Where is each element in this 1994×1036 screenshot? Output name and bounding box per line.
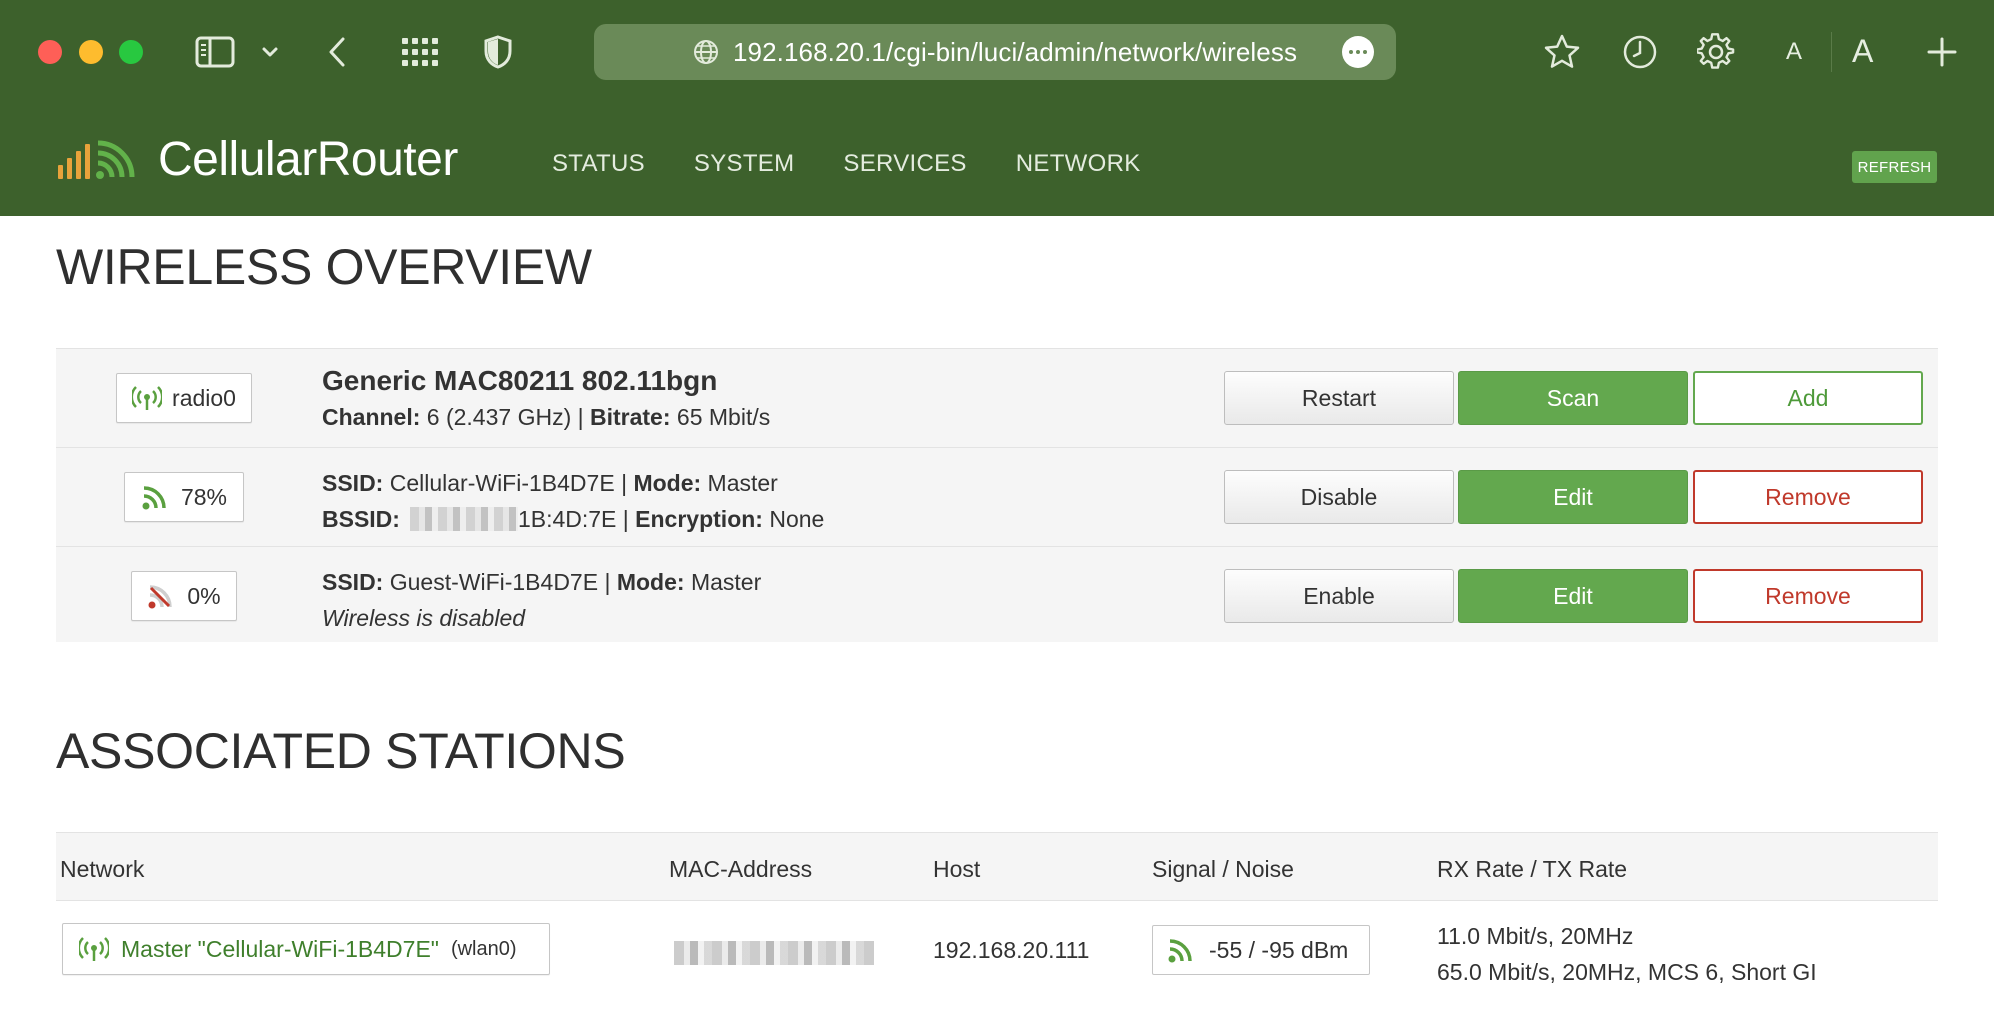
ssid-value: Cellular-WiFi-1B4D7E [389, 470, 615, 496]
associated-stations-title: ASSOCIATED STATIONS [56, 723, 626, 779]
radio-badge: radio0 [116, 373, 252, 423]
signal-noise-badge: -55 / -95 dBm [1152, 925, 1370, 975]
bssid-label: BSSID: [322, 506, 400, 532]
network-name: Master "Cellular-WiFi-1B4D7E" [121, 935, 439, 962]
back-icon[interactable] [322, 30, 352, 74]
wireless-overview-title: WIRELESS OVERVIEW [56, 239, 592, 295]
ssid-value: Guest-WiFi-1B4D7E [389, 569, 599, 595]
signal-quality-label: 78% [180, 483, 228, 510]
col-rx-tx-rate: RX Rate / TX Rate [1437, 856, 1628, 882]
remove-button[interactable]: Remove [1693, 569, 1923, 623]
edit-button[interactable]: Edit [1458, 470, 1688, 524]
separator: | [622, 506, 629, 532]
globe-icon [693, 40, 718, 64]
wireless-overview-table: radio0 Generic MAC80211 802.11bgn Channe… [56, 348, 1938, 642]
ssid-label: SSID: [322, 569, 384, 595]
redacted-mac-address [674, 941, 874, 965]
nav-system[interactable]: SYSTEM [694, 150, 794, 178]
radio-badge-label: radio0 [172, 384, 236, 411]
wifi-disabled-icon [148, 585, 173, 609]
disable-button[interactable]: Disable [1224, 470, 1454, 524]
address-bar[interactable]: 192.168.20.1/cgi-bin/luci/admin/network/… [594, 24, 1396, 80]
new-tab-plus-icon[interactable] [1924, 30, 1960, 74]
decrease-font-button[interactable]: A [1786, 38, 1802, 66]
col-signal-noise: Signal / Noise [1152, 856, 1294, 882]
window-minimize-button[interactable] [79, 40, 103, 64]
tx-rate: 65.0 Mbit/s, 20MHz, MCS 6, Short GI [1437, 959, 1817, 985]
window-zoom-button[interactable] [119, 40, 143, 64]
channel-label: Channel: [322, 404, 421, 430]
host-value: 192.168.20.111 [933, 937, 1090, 963]
nav-status[interactable]: STATUS [552, 150, 645, 178]
rx-rate: 11.0 Mbit/s, 20MHz [1437, 923, 1634, 949]
col-host: Host [933, 856, 981, 882]
main-nav: STATUS SYSTEM SERVICES NETWORK [552, 150, 1190, 178]
wifi-signal-icon [142, 486, 166, 510]
encryption-label: Encryption: [635, 506, 763, 532]
brand-logo[interactable]: CellularRouter [56, 132, 458, 187]
network-badge[interactable]: Master "Cellular-WiFi-1B4D7E" (wlan0) [62, 923, 550, 975]
signal-quality-badge: 78% [124, 472, 244, 522]
brand-name: CellularRouter [158, 133, 458, 186]
signal-quality-label: 0% [187, 582, 221, 609]
network-status: Wireless is disabled [322, 605, 526, 631]
scan-button[interactable]: Scan [1458, 371, 1688, 425]
redacted-mac [409, 507, 518, 531]
network-interface: (wlan0) [450, 937, 517, 960]
channel-value: 6 (2.437 GHz) [426, 404, 572, 430]
refresh-button[interactable]: REFRESH [1852, 151, 1937, 183]
mode-value: Master [707, 470, 778, 496]
mode-label: Mode: [616, 569, 685, 595]
separator: | [621, 470, 628, 496]
sidebar-toggle-icon[interactable] [194, 30, 236, 74]
nav-services[interactable]: SERVICES [843, 150, 966, 178]
mode-label: Mode: [633, 470, 702, 496]
window-close-button[interactable] [38, 40, 62, 64]
increase-font-button[interactable]: A [1852, 33, 1873, 70]
rx-tx-rates: 11.0 Mbit/s, 20MHz 65.0 Mbit/s, 20MHz, M… [1437, 918, 1817, 990]
nav-network[interactable]: NETWORK [1016, 150, 1141, 178]
encryption-value: None [769, 506, 825, 532]
bitrate-label: Bitrate: [590, 404, 671, 430]
ssid-label: SSID: [322, 470, 384, 496]
wifi-signal-icon [1168, 939, 1192, 963]
radio-name: Generic MAC80211 802.11bgn [322, 365, 718, 396]
more-options-icon[interactable] [1342, 36, 1374, 68]
antenna-icon [132, 386, 163, 410]
enable-button[interactable]: Enable [1224, 569, 1454, 623]
table-header: Network MAC-Address Host Signal / Noise … [56, 832, 1938, 901]
edit-button[interactable]: Edit [1458, 569, 1688, 623]
col-mac-address: MAC-Address [669, 856, 813, 882]
table-row: Master "Cellular-WiFi-1B4D7E" (wlan0) 19… [56, 901, 1938, 1001]
separator: | [604, 569, 611, 595]
separator: | [577, 404, 584, 430]
cellular-signal-logo-icon [58, 140, 135, 179]
history-clock-icon[interactable] [1620, 30, 1660, 74]
radio-row: radio0 Generic MAC80211 802.11bgn Channe… [56, 348, 1938, 447]
antenna-icon [79, 937, 109, 961]
add-button[interactable]: Add [1693, 371, 1923, 425]
settings-gear-icon[interactable] [1696, 30, 1736, 74]
url-text: 192.168.20.1/cgi-bin/luci/admin/network/… [732, 36, 1298, 67]
bookmark-star-icon[interactable] [1540, 30, 1584, 74]
remove-button[interactable]: Remove [1693, 470, 1923, 524]
chevron-down-icon[interactable] [258, 30, 282, 74]
signal-quality-badge: 0% [131, 571, 237, 621]
privacy-shield-icon[interactable] [482, 30, 514, 74]
signal-noise-value: -55 / -95 dBm [1209, 936, 1349, 963]
restart-button[interactable]: Restart [1224, 371, 1454, 425]
tab-overview-grid-icon[interactable] [398, 30, 442, 74]
network-row: 78% SSID: Cellular-WiFi-1B4D7E | Mode: M… [56, 447, 1938, 546]
col-network: Network [60, 856, 145, 882]
mode-value: Master [690, 569, 762, 595]
app-header: CellularRouter STATUS SYSTEM SERVICES NE… [0, 104, 1994, 216]
browser-toolbar: 192.168.20.1/cgi-bin/luci/admin/network/… [0, 0, 1994, 104]
bitrate-value: 65 Mbit/s [676, 404, 771, 430]
network-row: 0% SSID: Guest-WiFi-1B4D7E | Mode: Maste… [56, 546, 1938, 642]
toolbar-divider [1831, 32, 1832, 72]
associated-stations-table: Network MAC-Address Host Signal / Noise … [56, 832, 1938, 1001]
bssid-value: 1B:4D:7E [517, 506, 617, 532]
